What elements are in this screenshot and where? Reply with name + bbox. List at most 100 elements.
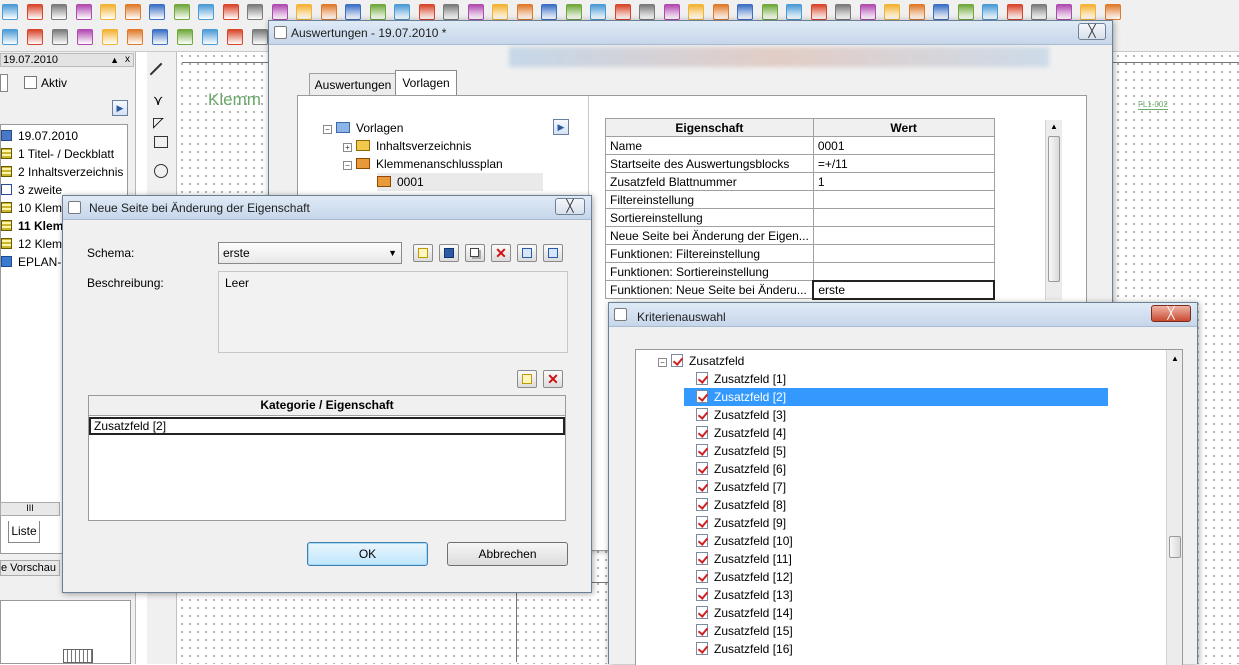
toolbar-button-icon[interactable] — [761, 4, 778, 20]
tree-item-klemmenanschlussplan[interactable]: − Klemmenanschlussplan — [343, 155, 503, 173]
toolbar-button-icon[interactable] — [227, 29, 243, 45]
toolbar-button-icon[interactable] — [77, 29, 93, 45]
tree-root-vorlagen[interactable]: − Vorlagen — [323, 119, 403, 137]
toolbar-button-icon[interactable] — [688, 4, 704, 20]
property-value[interactable] — [812, 244, 995, 263]
list-item[interactable]: Zusatzfeld [7] — [696, 478, 786, 496]
toolbar-button-icon[interactable] — [516, 4, 533, 20]
toolbar-button-icon[interactable] — [177, 29, 193, 45]
toolbar-button-icon[interactable] — [614, 4, 631, 20]
toolbar-button-icon[interactable] — [590, 4, 606, 20]
toolbar-button-icon[interactable] — [51, 4, 67, 20]
toolbar-button-icon[interactable] — [26, 4, 43, 20]
table-row[interactable]: Startseite des Auswertungsblocks =+/11 — [605, 154, 995, 173]
property-value[interactable] — [812, 226, 995, 245]
toolbar-button-icon[interactable] — [1006, 4, 1023, 20]
tree-item-project[interactable]: 19.07.2010 — [1, 127, 129, 145]
toolbar-button-icon[interactable] — [127, 29, 143, 45]
list-item[interactable]: Zusatzfeld [3] — [696, 406, 786, 424]
toolbar-button-icon[interactable] — [492, 4, 508, 20]
toolbar-button-icon[interactable] — [933, 4, 949, 20]
expand-panel-icon[interactable]: ▶ — [553, 119, 569, 135]
table-row[interactable]: Filtereinstellung — [605, 190, 995, 209]
property-value[interactable]: 0001 — [812, 136, 995, 155]
cancel-button[interactable]: Abbrechen — [447, 542, 568, 566]
toolbar-button-icon[interactable] — [541, 4, 557, 20]
kriterienauswahl-close-button[interactable]: ╳ — [1151, 305, 1191, 322]
list-item[interactable]: Zusatzfeld [8] — [696, 496, 786, 514]
tree-item-page-2[interactable]: 2 Inhaltsverzeichnis — [1, 163, 129, 181]
toolbar-button-icon[interactable] — [467, 4, 484, 20]
aktiv-checkbox[interactable] — [24, 76, 37, 89]
toolbar-button-icon[interactable] — [712, 4, 729, 20]
list-item[interactable]: Zusatzfeld [16] — [696, 640, 793, 658]
toolbar-button-icon[interactable] — [271, 4, 288, 20]
toolbar-button-icon[interactable] — [100, 4, 116, 20]
list-item-selected[interactable]: Zusatzfeld [2] — [684, 388, 1108, 406]
scroll-up-icon[interactable]: ▲ — [1171, 354, 1179, 363]
toolbar-button-icon[interactable] — [222, 4, 239, 20]
scrollbar-thumb[interactable] — [1169, 536, 1181, 558]
play-arrow-icon[interactable]: ▶ — [112, 100, 128, 116]
new-schema-button[interactable] — [413, 244, 433, 262]
table-row[interactable]: Funktionen: Filtereinstellung — [605, 244, 995, 263]
list-item[interactable]: Zusatzfeld [13] — [696, 586, 793, 604]
toolbar-button-icon[interactable] — [1080, 4, 1096, 20]
circle-tool-icon[interactable] — [154, 164, 168, 178]
table-row[interactable]: Zusatzfeld [2] — [89, 417, 565, 435]
polygon-tool-icon[interactable]: ◸ — [153, 114, 164, 131]
toolbar-button-icon[interactable] — [320, 4, 337, 20]
table-row[interactable]: Neue Seite bei Änderung der Eigen... — [605, 226, 995, 245]
up-arrow-icon[interactable]: ▲ — [110, 54, 119, 66]
tree-item-page-1[interactable]: 1 Titel- / Deckblatt — [1, 145, 129, 163]
table-row[interactable]: Funktionen: Neue Seite bei Änderu... erst… — [605, 279, 995, 300]
beschreibung-field[interactable]: Leer — [218, 271, 568, 353]
navigator-date-field[interactable]: 19.07.2010 ▲ x — [0, 53, 134, 67]
toolbar-button-icon[interactable] — [1104, 4, 1121, 20]
toolbar-button-icon[interactable] — [1031, 4, 1047, 20]
import-schema-button[interactable] — [517, 244, 537, 262]
toolbar-button-icon[interactable] — [52, 29, 68, 45]
scroll-up-icon[interactable]: ▲ — [1050, 122, 1058, 131]
toolbar-button-icon[interactable] — [252, 29, 268, 45]
toolbar-button-icon[interactable] — [786, 4, 802, 20]
neue-seite-close-button[interactable]: ╳ — [555, 198, 585, 215]
add-row-button[interactable] — [517, 370, 537, 388]
delete-schema-button[interactable]: ✕ — [491, 244, 511, 262]
toolbar-button-icon[interactable] — [982, 4, 998, 20]
toolbar-button-icon[interactable] — [2, 29, 18, 45]
table-row[interactable]: Sortiereinstellung — [605, 208, 995, 227]
toolbar-button-icon[interactable] — [296, 4, 312, 20]
tree-item-zusatzfeld[interactable]: − Zusatzfeld — [658, 352, 744, 370]
kategorie-column-header[interactable]: Kategorie / Eigenschaft — [89, 396, 565, 416]
save-schema-button[interactable] — [439, 244, 459, 262]
list-item[interactable]: Zusatzfeld [1] — [696, 370, 786, 388]
toolbar-button-icon[interactable] — [737, 4, 753, 20]
toolbar-button-icon[interactable] — [810, 4, 827, 20]
rectangle-tool-icon[interactable] — [154, 136, 168, 148]
toolbar-button-icon[interactable] — [663, 4, 680, 20]
toolbar-button-icon[interactable] — [149, 4, 165, 20]
table-row[interactable]: Funktionen: Sortiereinstellung — [605, 262, 995, 281]
auswertungen-close-button[interactable]: ╳ — [1078, 23, 1106, 40]
toolbar-button-icon[interactable] — [957, 4, 974, 20]
list-item[interactable]: Zusatzfeld [9] — [696, 514, 786, 532]
table-row[interactable]: Name 0001 — [605, 136, 995, 155]
column-header-eigenschaft[interactable]: Eigenschaft — [605, 118, 814, 137]
property-value-selected[interactable]: erste — [812, 279, 995, 300]
tab-auswertungen[interactable]: Auswertungen — [309, 73, 397, 95]
horizontal-scrollbar[interactable]: III — [0, 502, 60, 516]
list-item[interactable]: Zusatzfeld [5] — [696, 442, 786, 460]
tab-vorlagen[interactable]: Vorlagen — [395, 70, 457, 96]
copy-schema-button[interactable] — [465, 244, 485, 262]
toolbar-button-icon[interactable] — [835, 4, 851, 20]
toolbar-button-icon[interactable] — [102, 29, 118, 45]
delete-row-button[interactable]: ✕ — [543, 370, 563, 388]
polyline-tool-icon[interactable]: ⋎ — [153, 92, 163, 109]
property-value[interactable] — [812, 208, 995, 227]
schema-select[interactable]: erste ▼ — [218, 242, 402, 264]
toolbar-button-icon[interactable] — [173, 4, 190, 20]
toolbar-button-icon[interactable] — [27, 29, 43, 45]
list-item[interactable]: Zusatzfeld [12] — [696, 568, 793, 586]
toolbar-button-icon[interactable] — [443, 4, 459, 20]
